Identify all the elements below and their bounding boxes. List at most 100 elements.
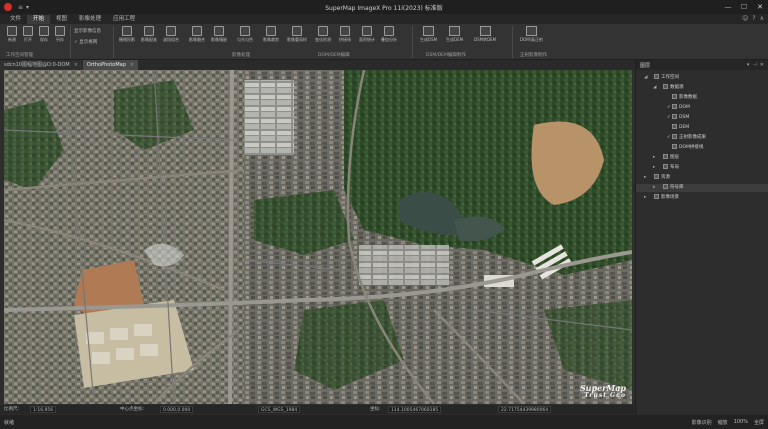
quick-access-item[interactable]: ▾ [26, 4, 29, 11]
app-logo-icon [4, 3, 12, 11]
ribbon-button-icon [122, 26, 132, 36]
menu-right-icon[interactable]: ∧ [760, 15, 764, 22]
status-item[interactable]: 全屏 [754, 419, 764, 426]
tree-item[interactable]: DOM拼接线 [636, 144, 768, 152]
tree-item[interactable]: ▸ 布局 [636, 164, 768, 172]
ribbon-button[interactable]: 影像裁剪 [262, 26, 280, 43]
ribbon-button[interactable]: 影像融合 [188, 26, 206, 43]
ribbon-button[interactable]: 匀光匀色 [236, 26, 254, 43]
menu-tab[interactable]: 文件 [4, 15, 27, 24]
tree-item-label: 符号库 [670, 185, 684, 190]
ribbon-button-label: 波段组合 [163, 37, 179, 42]
ribbon-button-label: 影像裁剪 [263, 37, 279, 42]
tab-close-icon[interactable]: × [74, 62, 78, 68]
ribbon-button[interactable]: 波段组合 [162, 26, 180, 43]
status-item[interactable]: 缩放 [718, 419, 728, 426]
tree-expand-icon[interactable]: ▸ [653, 164, 658, 172]
tree-expand-icon[interactable]: ◢ [644, 74, 649, 82]
ribbon-button[interactable]: 拼接线 [336, 26, 354, 43]
ribbon-dsm-button[interactable]: 生成DSM [420, 26, 437, 43]
ribbon-button[interactable]: 叠加分析 [380, 26, 398, 43]
ribbon-button-icon [479, 26, 491, 36]
title-bar: ≡ ▾ SuperMap ImageX Pro 11i(2023) 标准版 — ☐… [0, 0, 768, 14]
status-bar: 就绪 影像识别 缩放 100% 全屏 [0, 415, 768, 429]
minimize-button[interactable]: — [720, 0, 736, 14]
tree-item[interactable]: ▸ 资源 [636, 174, 768, 182]
ribbon-button-icon [55, 26, 65, 36]
scale-field[interactable]: 1:16,956 [30, 406, 57, 413]
layer-panel: 图层 ▾ ⊣ ✕ ◢ 工作空间 ◢ 数据源 影像数据 ✓ DOM ✓ DSM DEM ✓ 正射影像成果 DO… [635, 60, 768, 415]
tree-item[interactable]: DEM [636, 124, 768, 132]
tree-node-icon [672, 104, 677, 109]
tree-item-label: DOM [679, 105, 690, 110]
ribbon-checkbox[interactable]: 显示影像信息 [74, 28, 101, 34]
menu-tab[interactable]: 开始 [27, 15, 51, 24]
tree-node-icon [672, 144, 677, 149]
latitude-field: 22.71754439980064 [498, 406, 552, 413]
ribbon-button-icon [39, 26, 49, 36]
tree-item[interactable]: ◢ 数据源 [636, 84, 768, 92]
ribbon-button-label: 叠加分析 [381, 37, 397, 42]
tree-item-label: 布局 [670, 165, 679, 170]
ribbon-button-label: 保存 [40, 37, 48, 42]
menu-tab[interactable]: 影像处理 [73, 15, 107, 24]
menu-tab[interactable]: 视图 [50, 15, 73, 24]
close-button[interactable]: ✕ [752, 0, 768, 14]
panel-control-icon[interactable]: ▾ [747, 62, 750, 68]
document-tab[interactable]: OrthoPhotoMap × [82, 60, 139, 70]
menu-right-icon[interactable]: ? [752, 15, 755, 22]
tree-expand-icon[interactable]: ▸ [644, 194, 649, 202]
ribbon-button[interactable]: 影像配准 [140, 26, 158, 43]
tree-node-icon [663, 154, 668, 159]
crs-field[interactable]: GCS_WGS_1984 [258, 406, 301, 413]
tree-item[interactable]: ◢ 工作空间 [636, 74, 768, 82]
ribbon-group-label: 正射影像制作 [520, 53, 547, 58]
ribbon-button-label: 打开 [24, 37, 32, 42]
tree-expand-icon[interactable]: ▸ [644, 174, 649, 182]
ribbon-button-label: DOM/真正射 [520, 37, 544, 42]
tab-close-icon[interactable]: × [130, 62, 134, 68]
quick-access-item[interactable]: ≡ [18, 4, 23, 11]
tree-item-label: 正射影像成果 [679, 135, 706, 140]
tree-item[interactable]: ✓ DOM [636, 104, 768, 112]
maximize-button[interactable]: ☐ [736, 0, 752, 14]
menu-tab[interactable]: 应用工程 [107, 15, 141, 24]
ribbon-button-label: 新建 [8, 37, 16, 42]
tree-item[interactable]: ✓ DSM [636, 114, 768, 122]
ribbon-button[interactable]: 另存 [51, 26, 69, 43]
tree-item[interactable]: ▸ 符号库 [636, 184, 768, 192]
menu-right-icons: ☺? ∧ [742, 15, 764, 22]
ribbon-button-label: 栅格投影 [119, 37, 135, 42]
ribbon-button[interactable]: 影像镶嵌 [210, 26, 228, 43]
ribbon-dsm-button[interactable]: 生成DEM [446, 26, 463, 43]
quick-access-toolbar: ≡ ▾ [18, 4, 29, 11]
ribbon-button[interactable]: 影像重采样 [287, 26, 307, 43]
tree-item[interactable]: 影像数据 [636, 94, 768, 102]
ribbon-checkbox[interactable]: ✓ 显示格网 [74, 39, 97, 45]
ribbon-dsm-button[interactable]: DSM转DEM [474, 26, 496, 43]
tree-expand-icon[interactable]: ▸ [653, 184, 658, 192]
ribbon-button[interactable]: 栅格投影 [118, 26, 136, 43]
center-coord-field[interactable]: 0.000,0.000 [160, 406, 194, 413]
ribbon-button-icon [240, 26, 250, 36]
document-tab[interactable]: sdcn10图幅地图@D:0-DOM × [0, 60, 82, 70]
tree-expand-icon[interactable]: ▸ [653, 154, 658, 162]
tree-item-label: 数据源 [670, 85, 684, 90]
ribbon-button[interactable]: 变化检测 [314, 26, 332, 43]
tree-item[interactable]: ✓ 正射影像成果 [636, 134, 768, 142]
ribbon-button[interactable]: 面积统计 [358, 26, 376, 43]
tree-item[interactable]: ▸ 图层 [636, 154, 768, 162]
tree-expand-icon[interactable]: ◢ [653, 84, 658, 92]
ribbon-button-icon [292, 26, 302, 36]
menu-right-icon[interactable]: ☺ [742, 15, 748, 22]
status-item[interactable]: 100% [734, 419, 748, 426]
panel-control-icon[interactable]: ✕ [760, 62, 764, 68]
status-item[interactable]: 影像识别 [692, 419, 712, 426]
ribbon-button-icon [449, 26, 461, 36]
panel-control-icon[interactable]: ⊣ [752, 62, 756, 68]
ribbon-dom-button[interactable]: DOM/真正射 [520, 26, 543, 43]
tree-item[interactable]: ▸ 影像场景 [636, 194, 768, 202]
ribbon-group-label: 工作空间管理 [6, 53, 33, 58]
ribbon-button-label: 变化检测 [315, 37, 331, 42]
map-view[interactable]: SuperMap Trust Geo [4, 70, 632, 404]
